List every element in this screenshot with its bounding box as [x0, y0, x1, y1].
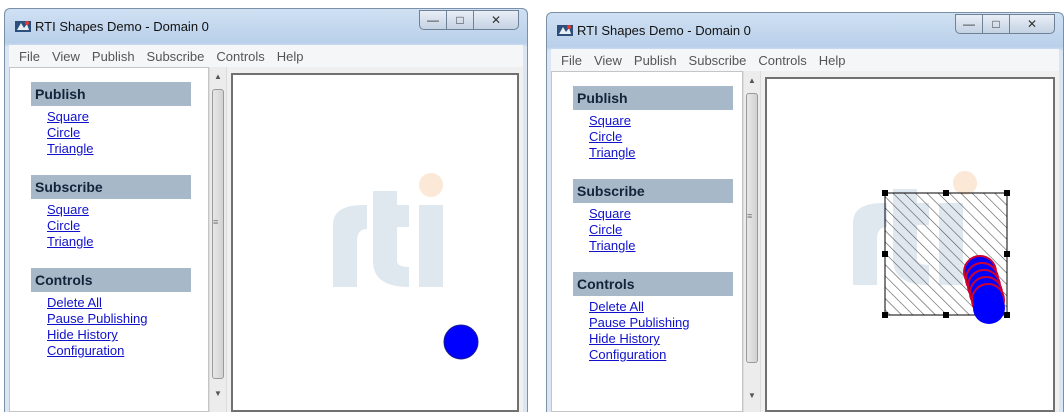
menu-subscribe[interactable]: Subscribe: [147, 49, 205, 64]
maximize-icon: □: [992, 17, 1000, 31]
hide-history-link[interactable]: Hide History: [589, 331, 742, 347]
panel-scrollbar[interactable]: ▲ ≡ ▼: [209, 67, 227, 412]
publish-triangle-link[interactable]: Triangle: [47, 141, 208, 157]
subscribe-triangle-link[interactable]: Triangle: [47, 234, 208, 250]
menu-help[interactable]: Help: [277, 49, 304, 64]
configuration-link[interactable]: Configuration: [589, 347, 742, 363]
rti-app-icon: [15, 21, 31, 32]
subscribe-square-link[interactable]: Square: [589, 206, 742, 222]
maximize-button[interactable]: □: [982, 14, 1010, 34]
menu-view[interactable]: View: [594, 53, 622, 68]
section-header-publish: Publish: [31, 82, 191, 106]
subscribe-triangle-link[interactable]: Triangle: [589, 238, 742, 254]
minimize-button[interactable]: —: [955, 14, 983, 34]
scrollbar-thumb[interactable]: [746, 93, 758, 363]
publish-circle-link[interactable]: Circle: [47, 125, 208, 141]
client-area: File View Publish Subscribe Controls Hel…: [9, 45, 523, 412]
resize-handle[interactable]: [943, 312, 949, 318]
resize-handle[interactable]: [943, 190, 949, 196]
shapes-canvas[interactable]: [765, 77, 1055, 412]
minimize-icon: —: [963, 17, 975, 31]
minimize-button[interactable]: —: [419, 10, 447, 30]
delete-all-link[interactable]: Delete All: [47, 295, 208, 311]
scroll-down-arrow-icon[interactable]: ▼: [744, 388, 760, 404]
close-button[interactable]: ✕: [473, 10, 519, 30]
scrollbar-thumb[interactable]: [212, 89, 224, 379]
menu-file[interactable]: File: [19, 49, 40, 64]
maximize-icon: □: [456, 13, 464, 27]
circle-shape[interactable]: [443, 324, 479, 360]
canvas-drawing: [853, 171, 1010, 324]
circle-shape[interactable]: [973, 292, 1005, 324]
section-header-controls: Controls: [573, 272, 733, 296]
menu-controls[interactable]: Controls: [216, 49, 264, 64]
resize-handle[interactable]: [882, 251, 888, 257]
scroll-up-arrow-icon[interactable]: ▲: [744, 73, 760, 89]
rti-app-icon: [557, 25, 573, 36]
panel-scrollbar[interactable]: ▲ ≡ ▼: [743, 71, 761, 412]
minimize-icon: —: [427, 13, 439, 27]
resize-handle[interactable]: [1004, 190, 1010, 196]
resize-handle[interactable]: [882, 190, 888, 196]
pause-publishing-link[interactable]: Pause Publishing: [47, 311, 208, 327]
canvas-drawing: [333, 173, 479, 360]
scroll-up-arrow-icon[interactable]: ▲: [210, 69, 226, 85]
menu-help[interactable]: Help: [819, 53, 846, 68]
window-title: RTI Shapes Demo - Domain 0: [577, 23, 751, 38]
close-icon: ✕: [1026, 17, 1038, 31]
hide-history-link[interactable]: Hide History: [47, 327, 208, 343]
scroll-down-arrow-icon[interactable]: ▼: [210, 386, 226, 402]
menu-bar: File View Publish Subscribe Controls Hel…: [551, 49, 1059, 71]
resize-handle[interactable]: [1004, 312, 1010, 318]
publish-triangle-link[interactable]: Triangle: [589, 145, 742, 161]
configuration-link[interactable]: Configuration: [47, 343, 208, 359]
rti-watermark-logo: [333, 173, 443, 287]
close-icon: ✕: [490, 13, 502, 27]
publish-circle-link[interactable]: Circle: [589, 129, 742, 145]
menu-publish[interactable]: Publish: [634, 53, 677, 68]
section-header-publish: Publish: [573, 86, 733, 110]
task-panel: Publish Square Circle Triangle Subscribe…: [9, 67, 209, 412]
scrollbar-grip-icon: ≡: [213, 217, 219, 227]
client-area: File View Publish Subscribe Controls Hel…: [551, 49, 1059, 412]
section-header-subscribe: Subscribe: [573, 179, 733, 203]
maximize-button[interactable]: □: [446, 10, 474, 30]
delete-all-link[interactable]: Delete All: [589, 299, 742, 315]
publish-square-link[interactable]: Square: [589, 113, 742, 129]
resize-handle[interactable]: [882, 312, 888, 318]
section-header-subscribe: Subscribe: [31, 175, 191, 199]
close-button[interactable]: ✕: [1009, 14, 1055, 34]
subscribe-circle-link[interactable]: Circle: [47, 218, 208, 234]
window-title: RTI Shapes Demo - Domain 0: [35, 19, 209, 34]
shapes-demo-window-1: RTI Shapes Demo - Domain 0 — □ ✕ File Vi…: [4, 8, 528, 412]
scrollbar-grip-icon: ≡: [747, 211, 753, 221]
title-bar[interactable]: RTI Shapes Demo - Domain 0 — □ ✕: [547, 13, 1063, 49]
task-panel: Publish Square Circle Triangle Subscribe…: [551, 71, 743, 412]
title-bar[interactable]: RTI Shapes Demo - Domain 0 — □ ✕: [5, 9, 527, 45]
menu-file[interactable]: File: [561, 53, 582, 68]
section-header-controls: Controls: [31, 268, 191, 292]
subscribe-square-link[interactable]: Square: [47, 202, 208, 218]
resize-handle[interactable]: [1004, 251, 1010, 257]
menu-view[interactable]: View: [52, 49, 80, 64]
publish-square-link[interactable]: Square: [47, 109, 208, 125]
menu-bar: File View Publish Subscribe Controls Hel…: [9, 45, 523, 67]
menu-publish[interactable]: Publish: [92, 49, 135, 64]
pause-publishing-link[interactable]: Pause Publishing: [589, 315, 742, 331]
shapes-canvas[interactable]: [231, 73, 519, 412]
menu-controls[interactable]: Controls: [758, 53, 806, 68]
subscribe-circle-link[interactable]: Circle: [589, 222, 742, 238]
shapes-demo-window-2: RTI Shapes Demo - Domain 0 — □ ✕ File Vi…: [546, 12, 1064, 412]
menu-subscribe[interactable]: Subscribe: [689, 53, 747, 68]
